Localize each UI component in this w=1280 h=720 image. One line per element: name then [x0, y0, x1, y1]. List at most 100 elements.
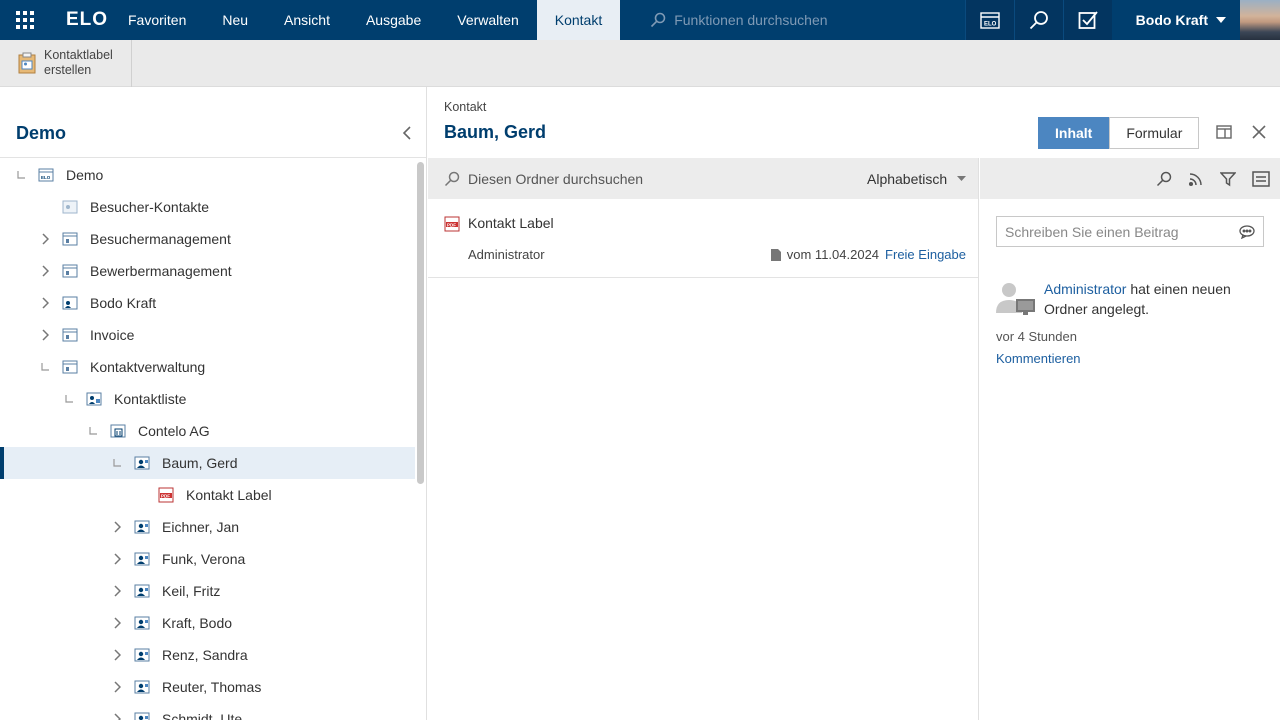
folder-search[interactable]: Diesen Ordner durchsuchen Alphabetisch	[428, 158, 978, 199]
tree-item[interactable]: ELO Demo	[0, 159, 415, 191]
tree-item[interactable]: Kraft, Bodo	[0, 607, 415, 639]
collapse-corner-icon[interactable]	[14, 168, 28, 182]
list-view-icon[interactable]	[1252, 170, 1270, 187]
collapse-corner-icon[interactable]	[62, 392, 76, 406]
tree-scrollbar[interactable]	[417, 162, 424, 484]
elo-archive-button[interactable]: ELO	[964, 0, 1014, 40]
feed-time: vor 4 Stunden	[996, 329, 1077, 344]
tree-item-label: Invoice	[90, 327, 135, 343]
post-input[interactable]: Schreiben Sie einen Beitrag	[996, 216, 1264, 247]
contact-folder-icon	[62, 199, 78, 215]
entry-link[interactable]: Freie Eingabe	[885, 247, 966, 262]
tree-item[interactable]: Kontaktliste	[0, 383, 415, 415]
menu-kontakt[interactable]: Kontakt	[536, 0, 621, 40]
chevron-right-icon[interactable]	[38, 264, 52, 278]
tree-item-label: Contelo AG	[138, 423, 210, 439]
tree-item[interactable]: Invoice	[0, 319, 415, 351]
tree-item[interactable]: Besucher-Kontakte	[0, 191, 415, 223]
close-icon[interactable]	[1252, 125, 1266, 139]
company-icon	[110, 423, 126, 439]
apps-grid-icon[interactable]	[0, 0, 50, 40]
create-contact-label-button[interactable]: Kontaktlabel erstellen	[0, 39, 132, 87]
elo-logo: ELO	[66, 9, 109, 30]
collapse-corner-icon[interactable]	[86, 424, 100, 438]
collapse-corner-icon[interactable]	[38, 360, 52, 374]
menu-verwalten[interactable]: Verwalten	[439, 0, 536, 40]
chevron-right-icon[interactable]	[110, 616, 124, 630]
function-search[interactable]: Funktionen durchsuchen	[650, 12, 1000, 28]
create-contact-label-text: Kontaktlabel erstellen	[44, 48, 113, 77]
tree-item[interactable]: PDF Kontakt Label	[0, 479, 415, 511]
chevron-right-icon[interactable]	[110, 680, 124, 694]
tree-item[interactable]: Kontaktverwaltung	[0, 351, 415, 383]
top-bar: ELO Favoriten Neu Ansicht Ausgabe Verwal…	[0, 0, 1280, 40]
avatar[interactable]	[1240, 0, 1280, 40]
comment-icon[interactable]	[1239, 224, 1255, 239]
tree-item-label: Eichner, Jan	[162, 519, 240, 535]
sort-dropdown[interactable]: Alphabetisch	[867, 158, 967, 199]
user-menu[interactable]: Bodo Kraft	[1112, 0, 1240, 40]
tree-item-label: Bewerbermanagement	[90, 263, 232, 279]
tree-item[interactable]: Keil, Fritz	[0, 575, 415, 607]
tasks-button[interactable]	[1062, 0, 1112, 40]
chevron-right-icon[interactable]	[110, 712, 124, 720]
entry-title: Kontakt Label	[468, 215, 554, 231]
page-title: Baum, Gerd	[444, 122, 547, 142]
menu-favoriten[interactable]: Favoriten	[110, 0, 204, 40]
search-icon	[651, 12, 666, 28]
breadcrumb[interactable]: Kontakt	[444, 100, 486, 114]
tree-item-label: Besuchermanagement	[90, 231, 231, 247]
tree-item[interactable]: Contelo AG	[0, 415, 415, 447]
chevron-right-icon[interactable]	[38, 328, 52, 342]
tree-item[interactable]: Bodo Kraft	[0, 287, 415, 319]
global-search-button[interactable]	[1013, 0, 1063, 40]
folder-icon	[62, 359, 78, 375]
tree-item[interactable]: Renz, Sandra	[0, 639, 415, 671]
feed-user-link[interactable]: Administrator	[1044, 281, 1126, 297]
caret-down-icon	[957, 176, 967, 181]
filter-icon[interactable]	[1220, 171, 1236, 187]
user-name: Bodo Kraft	[1135, 12, 1208, 28]
chevron-right-icon[interactable]	[110, 648, 124, 662]
folder-icon	[62, 327, 78, 343]
folder-search-placeholder: Diesen Ordner durchsuchen	[468, 170, 644, 187]
chevron-right-icon[interactable]	[110, 584, 124, 598]
svg-text:ELO: ELO	[984, 22, 997, 28]
chevron-right-icon[interactable]	[38, 232, 52, 246]
contact-icon	[134, 679, 150, 695]
tree-item[interactable]: Funk, Verona	[0, 543, 415, 575]
tab-inhalt[interactable]: Inhalt	[1038, 117, 1110, 149]
collapse-panel-icon[interactable]	[402, 125, 412, 141]
contact-icon	[134, 711, 150, 720]
menu-neu[interactable]: Neu	[204, 0, 266, 40]
layout-toggle-icon[interactable]	[1216, 125, 1232, 139]
comment-link[interactable]: Kommentieren	[996, 351, 1081, 366]
tree-item-label: Kontaktverwaltung	[90, 359, 206, 375]
contact-list-icon	[86, 391, 102, 407]
collapse-corner-icon[interactable]	[110, 456, 124, 470]
sort-label: Alphabetisch	[867, 170, 948, 187]
chevron-right-icon[interactable]	[110, 520, 124, 534]
menu-ausgabe[interactable]: Ausgabe	[348, 0, 439, 40]
tree-item[interactable]: Eichner, Jan	[0, 511, 415, 543]
tree-item-label: Renz, Sandra	[162, 647, 248, 663]
rss-icon[interactable]	[1188, 171, 1204, 187]
pdf-icon: PDF	[444, 216, 460, 232]
tab-formular[interactable]: Formular	[1109, 117, 1200, 149]
chevron-right-icon[interactable]	[38, 296, 52, 310]
tree-item[interactable]: Bewerbermanagement	[0, 255, 415, 287]
tree-item-label: Kontakt Label	[186, 487, 272, 503]
tree-item[interactable]: Baum, Gerd	[0, 447, 415, 479]
svg-text:PDF: PDF	[161, 493, 170, 498]
document-icon	[770, 248, 781, 261]
panel-title: Demo	[16, 122, 67, 143]
list-item[interactable]: PDF Kontakt Label Administrator vom 11.0…	[428, 199, 978, 278]
tree-item[interactable]: Reuter, Thomas	[0, 671, 415, 703]
search-icon[interactable]	[1156, 171, 1172, 187]
post-input-placeholder: Schreiben Sie einen Beitrag	[1005, 223, 1179, 240]
tree-item[interactable]: Schmidt, Ute	[0, 703, 415, 720]
menu-ansicht[interactable]: Ansicht	[266, 0, 348, 40]
chevron-right-icon[interactable]	[110, 552, 124, 566]
tree-item[interactable]: Besuchermanagement	[0, 223, 415, 255]
